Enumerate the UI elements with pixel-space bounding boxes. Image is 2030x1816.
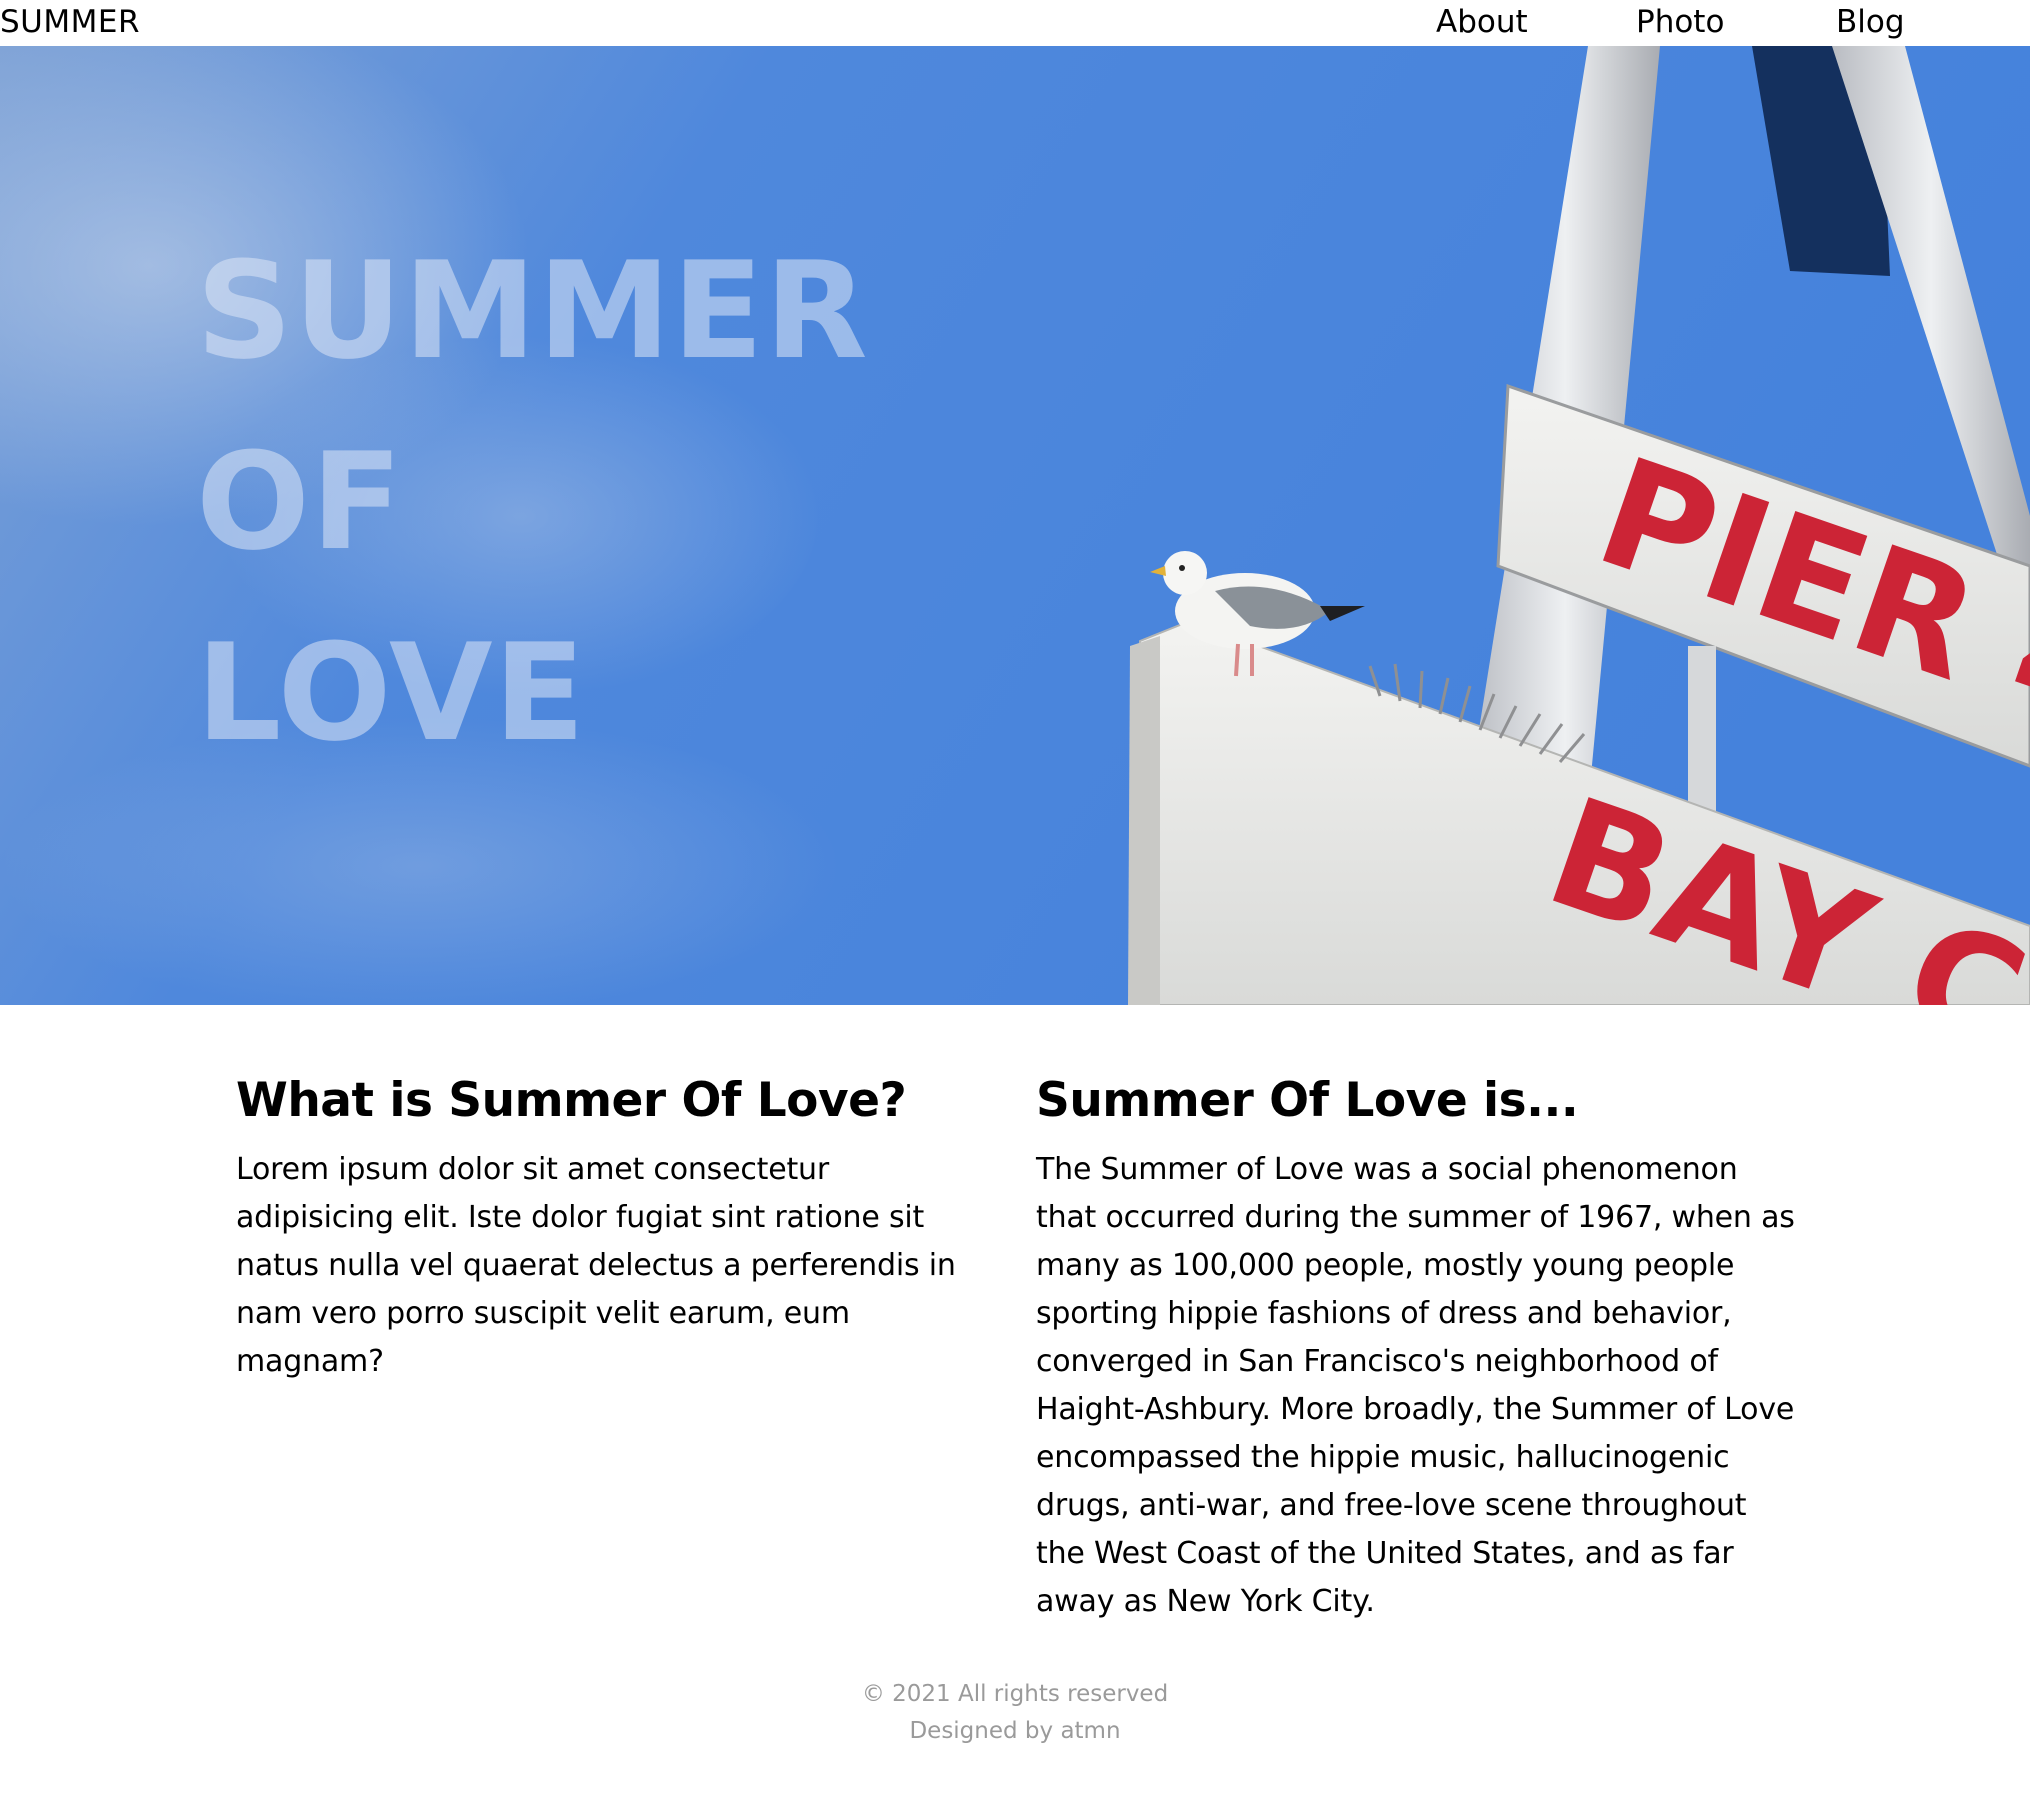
site-header: SUMMER About Photo Blog (0, 0, 2030, 46)
hero-title-line: OF (196, 424, 404, 580)
section-summer-of-love-is: Summer Of Love is... The Summer of Love … (1036, 1070, 1796, 1626)
site-footer: © 2021 All rights reserved Designed by a… (0, 1676, 2030, 1750)
nav-link-photo[interactable]: Photo (1636, 0, 1724, 44)
hero-banner: PIER 4 BAY CR (0, 46, 2030, 1005)
section-heading: Summer Of Love is... (1036, 1073, 1579, 1128)
nav-link-about[interactable]: About (1436, 0, 1528, 44)
hero-title: SUMMER OF LOVE (196, 216, 869, 789)
hero-title-line: LOVE (196, 615, 587, 771)
section-what-is: What is Summer Of Love? Lorem ipsum dolo… (236, 1070, 996, 1386)
section-heading: What is Summer Of Love? (236, 1073, 907, 1128)
section-body: The Summer of Love was a social phenomen… (1036, 1152, 1795, 1619)
nav-link-blog[interactable]: Blog (1836, 0, 1905, 44)
footer-copyright: © 2021 All rights reserved (861, 1681, 1169, 1707)
hero-title-line: SUMMER (196, 233, 869, 389)
footer-credit: Designed by atmn (909, 1718, 1121, 1744)
section-body: Lorem ipsum dolor sit amet consectetur a… (236, 1152, 956, 1379)
site-logo[interactable]: SUMMER (0, 0, 140, 44)
